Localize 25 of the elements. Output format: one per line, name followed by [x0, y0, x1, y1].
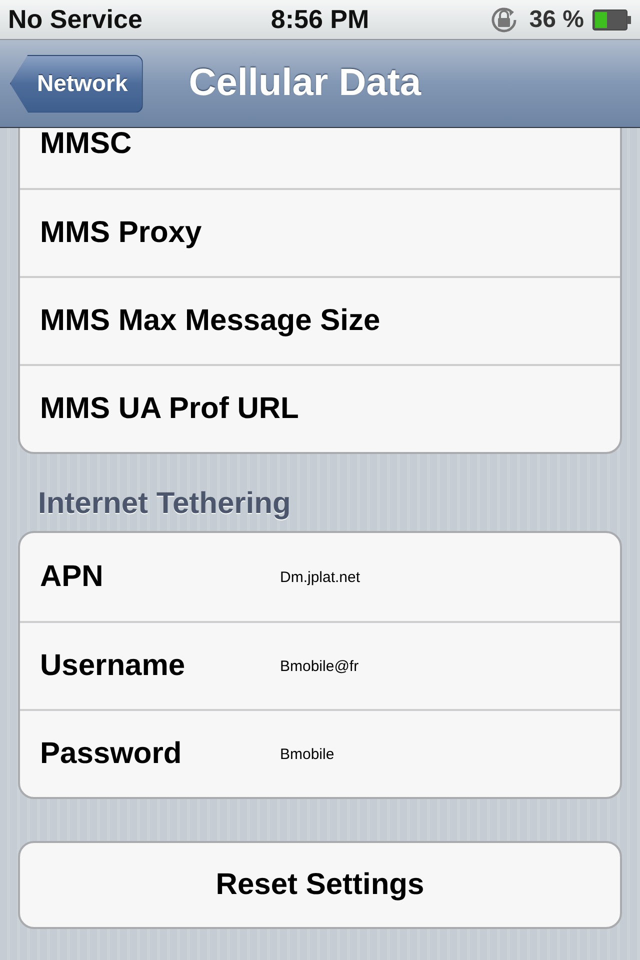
- settings-row[interactable]: MMS Proxy: [20, 188, 620, 276]
- battery-percent: 36 %: [529, 6, 584, 34]
- settings-row[interactable]: MMSC: [20, 128, 620, 188]
- row-value: Bmobile: [280, 746, 334, 762]
- settings-row[interactable]: MMS UA Prof URL: [20, 364, 620, 452]
- settings-row[interactable]: APN Dm.jplat.net: [20, 533, 620, 621]
- row-label: MMS UA Prof URL: [40, 392, 299, 426]
- row-label: MMSC: [40, 128, 132, 161]
- settings-row[interactable]: Password Bmobile: [20, 709, 620, 797]
- row-label: MMS Proxy: [40, 216, 202, 250]
- carrier-text: No Service: [8, 4, 142, 35]
- row-label: Username: [40, 649, 186, 683]
- battery-icon: [592, 8, 632, 30]
- row-value: Bmobile@fr: [280, 658, 359, 674]
- row-value: Dm.jplat.net: [280, 568, 360, 586]
- settings-row[interactable]: Username Bmobile@fr: [20, 621, 620, 709]
- row-label: APN: [40, 560, 104, 594]
- row-label: MMS Max Message Size: [40, 304, 380, 338]
- row-label: Password: [40, 737, 183, 771]
- section-header: Internet Tethering: [38, 487, 292, 521]
- time-text: 8:56 PM: [270, 4, 370, 35]
- screen-title: Cellular Data: [188, 62, 422, 105]
- back-button[interactable]: Network: [10, 54, 143, 112]
- settings-row[interactable]: MMS Max Message Size: [20, 276, 620, 364]
- reset-button[interactable]: Reset Settings: [18, 841, 622, 929]
